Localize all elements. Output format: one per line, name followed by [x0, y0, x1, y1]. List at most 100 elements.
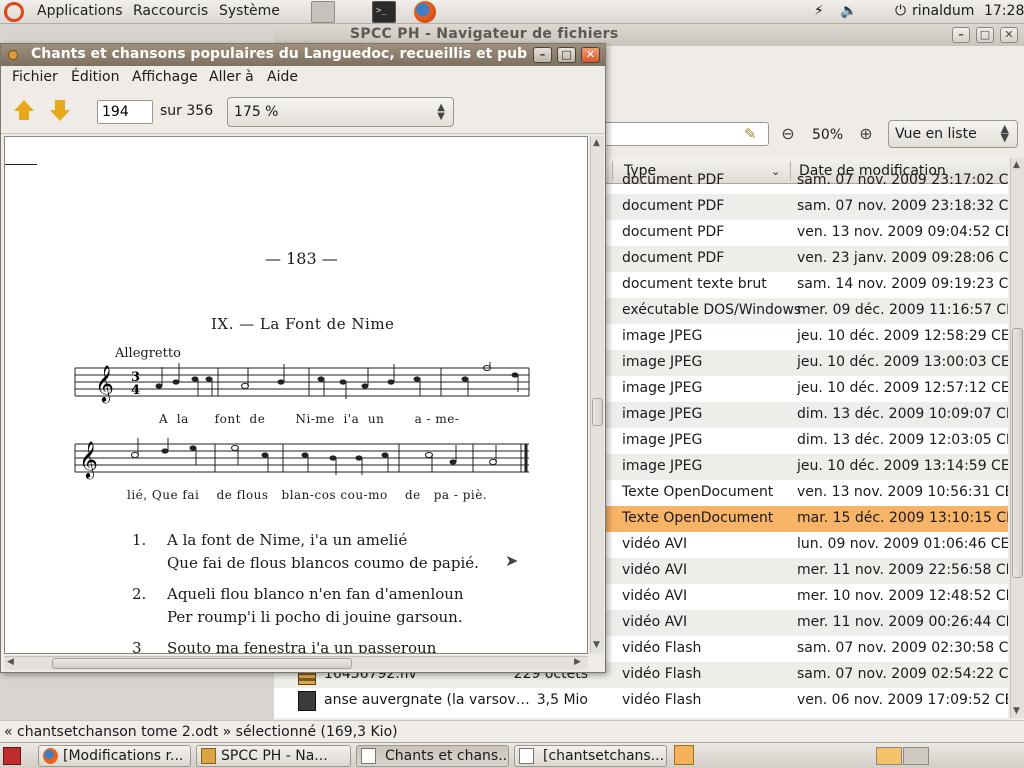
task-button[interactable]: Chants et chans... [356, 745, 509, 767]
cell-name: anse auvergnate (la varsov… [324, 692, 530, 708]
previous-page-icon[interactable] [12, 100, 36, 122]
task-label: SPCC PH - Na... [221, 748, 328, 764]
workspace-1[interactable] [876, 747, 902, 765]
scrollbar-thumb[interactable] [592, 398, 603, 426]
window-menu-icon[interactable] [8, 50, 18, 60]
cell-type: vidéo AVI [622, 562, 688, 578]
zoom-level: 50% [812, 127, 844, 143]
cell-date: mar. 15 déc. 2009 13:10:15 CET [797, 510, 1008, 526]
ubuntu-logo-icon[interactable] [4, 2, 24, 22]
close-button[interactable]: ✕ [581, 47, 600, 63]
volume-icon[interactable]: 🔈 [840, 3, 857, 19]
bottom-panel: [Modifications r... SPCC PH - Na... Chan… [0, 742, 1024, 768]
cell-date: mer. 09 déc. 2009 11:16:57 CET [797, 302, 1008, 318]
lyrics-line-1: A la font de Ni-me i'a un a - me- [159, 412, 460, 426]
cell-date: ven. 13 nov. 2009 09:04:52 CET [797, 224, 1008, 240]
power-icon[interactable]: ⏻ [895, 3, 906, 19]
svg-text:4: 4 [131, 383, 140, 398]
menu-aller[interactable]: Aller à [209, 69, 254, 85]
music-staff-1: 𝄞 3 4 [74, 362, 530, 403]
close-button[interactable]: ✕ [1000, 27, 1018, 43]
task-label: Chants et chans... [385, 748, 509, 764]
viewer-horizontal-scrollbar[interactable]: ◀ ▶ [4, 656, 588, 670]
task-button[interactable]: [chantsetchans... [514, 745, 667, 767]
viewer-toolbar: sur 356 175 % ▲▼ [1, 90, 605, 134]
scrollbar-thumb[interactable] [1012, 328, 1023, 578]
cell-type: image JPEG [622, 354, 703, 370]
cell-date: jeu. 10 déc. 2009 12:58:29 CET [797, 328, 1008, 344]
page-number-input[interactable] [97, 100, 153, 124]
window-title: SPCC PH - Navigateur de fichiers [350, 26, 619, 42]
svg-text:𝄞: 𝄞 [79, 440, 98, 479]
zoom-select[interactable]: 175 % ▲ ▼ [227, 97, 454, 127]
menu-aide[interactable]: Aide [267, 69, 298, 85]
video-thumbnail-icon [298, 691, 316, 711]
menu-applications[interactable]: Applications [37, 3, 123, 19]
verse-number: 1. [132, 531, 147, 549]
next-page-icon[interactable] [48, 100, 72, 122]
cell-date: sam. 07 nov. 2009 02:30:58 CET [797, 640, 1008, 656]
scroll-up-icon[interactable]: ▲ [1013, 160, 1020, 170]
scroll-left-icon[interactable]: ◀ [7, 657, 14, 667]
table-row[interactable]: anse auvergnate (la varsov… 3,5 Mio vidéo … [274, 688, 1008, 714]
verse-line: Aqueli flou blanco n'en fan d'amenloun [167, 585, 464, 603]
cell-type: image JPEG [622, 328, 703, 344]
select-arrows-icon: ▲ ▼ [1000, 122, 1009, 144]
cell-type: image JPEG [622, 458, 703, 474]
menu-edition[interactable]: Édition [71, 69, 119, 85]
scroll-down-icon[interactable]: ▼ [1013, 706, 1020, 716]
menu-affichage[interactable]: Affichage [132, 69, 198, 85]
firefox-launcher-icon[interactable] [414, 1, 436, 23]
menu-raccourcis[interactable]: Raccourcis [133, 3, 208, 19]
scroll-right-icon[interactable]: ▶ [574, 657, 581, 667]
document-page[interactable]: — 183 — IX. — La Font de Nime Allegretto… [4, 136, 588, 654]
cell-date: lun. 09 nov. 2009 01:06:46 CET [797, 536, 1008, 552]
network-icon[interactable]: ⚡ [814, 3, 824, 19]
viewer-titlebar[interactable]: Chants et chansons populaires du Langued… [1, 44, 605, 66]
screenshot-launcher-icon[interactable] [311, 1, 335, 23]
maximize-button[interactable]: □ [976, 27, 994, 43]
verse-line: A la font de Nime, i'a un amelié [167, 531, 408, 549]
cell-type: image JPEG [622, 432, 703, 448]
workspace-2[interactable] [903, 747, 929, 765]
scrollbar-thumb[interactable] [52, 658, 352, 669]
task-button[interactable]: SPCC PH - Na... [196, 745, 351, 767]
viewer-vertical-scrollbar[interactable]: ▲ ▼ [590, 136, 604, 654]
cell-type: document PDF [622, 198, 725, 214]
tempo-marking: Allegretto [115, 346, 181, 361]
document-icon [361, 748, 376, 764]
user-name[interactable]: rinaldum [912, 3, 974, 19]
cell-type: document PDF [622, 250, 725, 266]
trash-icon[interactable] [674, 745, 694, 765]
document-viewer-window: Chants et chansons populaires du Langued… [0, 43, 606, 673]
cell-date: sam. 07 nov. 2009 02:54:22 CET [797, 666, 1008, 682]
minimize-button[interactable]: – [952, 27, 970, 43]
show-desktop-button[interactable] [3, 747, 21, 765]
terminal-launcher-icon[interactable] [372, 1, 396, 23]
cell-date: dim. 13 déc. 2009 10:09:07 CET [797, 406, 1008, 422]
cell-date: sam. 07 nov. 2009 23:18:32 CET [797, 198, 1008, 214]
music-staff-2: 𝄞 [74, 438, 529, 479]
page-total: sur 356 [160, 103, 214, 119]
status-bar: « chantsetchanson tome 2.odt » sélection… [0, 720, 1024, 742]
view-mode-select[interactable]: Vue en liste ▲ ▼ [888, 120, 1018, 148]
zoom-in-icon[interactable]: ⊕ [856, 124, 876, 144]
clock[interactable]: 17:28 [984, 3, 1024, 19]
clear-icon[interactable]: ✎ [744, 125, 758, 143]
cell-date: jeu. 10 déc. 2009 13:00:03 CET [797, 354, 1008, 370]
verse-number: 3 [132, 639, 142, 654]
cell-type: vidéo AVI [622, 536, 688, 552]
maximize-button[interactable]: □ [557, 47, 576, 63]
minimize-button[interactable]: – [533, 47, 552, 63]
task-button[interactable]: [Modifications r... [38, 745, 191, 767]
file-list-scrollbar[interactable]: ▲ ▼ [1010, 158, 1024, 718]
menu-systeme[interactable]: Système [219, 3, 280, 19]
scroll-up-icon[interactable]: ▲ [593, 138, 600, 148]
cell-type: vidéo Flash [622, 640, 702, 656]
menu-fichier[interactable]: Fichier [12, 69, 58, 85]
lyrics-line-2: lié, Que fai de flous blan-cos cou-mo de… [127, 488, 488, 502]
page-rule [5, 164, 37, 165]
cell-type: vidéo Flash [622, 666, 702, 682]
zoom-out-icon[interactable]: ⊖ [778, 124, 798, 144]
scroll-down-icon[interactable]: ▼ [593, 640, 600, 650]
